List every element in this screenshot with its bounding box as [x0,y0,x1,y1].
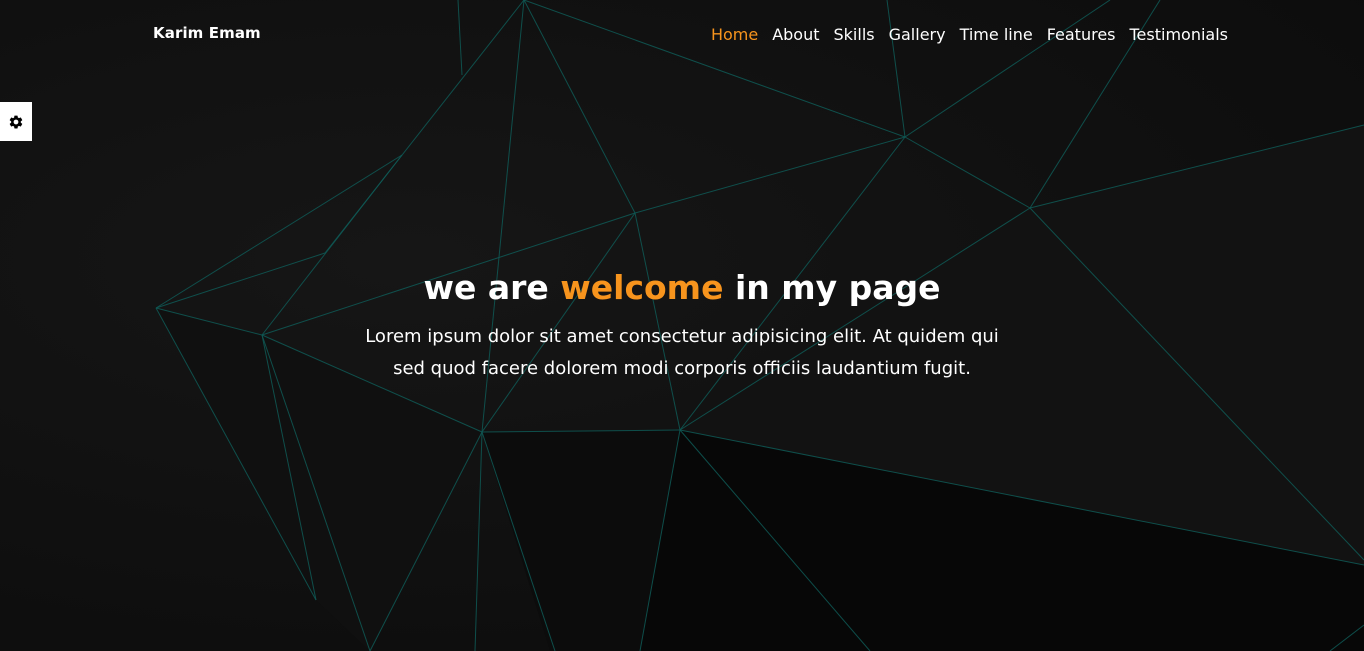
nav-home[interactable]: Home [711,24,758,46]
brand-logo[interactable]: Karim Emam [153,24,261,42]
headline-text-after: in my page [723,268,941,307]
nav-skills[interactable]: Skills [834,24,875,46]
nav-testimonials[interactable]: Testimonials [1130,24,1229,46]
nav-about[interactable]: About [772,24,819,46]
headline-accent-word: welcome [560,268,724,307]
main-nav: Home About Skills Gallery Time line Feat… [711,24,1228,46]
hero-headline: we are welcome in my page [0,266,1364,310]
nav-features[interactable]: Features [1047,24,1116,46]
settings-toggle-button[interactable] [0,102,32,141]
hero-section: Karim Emam Home About Skills Gallery Tim… [0,0,1364,651]
nav-timeline[interactable]: Time line [960,24,1033,46]
headline-text-before: we are [423,268,561,307]
gear-icon [9,115,23,128]
nav-gallery[interactable]: Gallery [889,24,946,46]
hero-paragraph: Lorem ipsum dolor sit amet consectetur a… [365,326,999,379]
